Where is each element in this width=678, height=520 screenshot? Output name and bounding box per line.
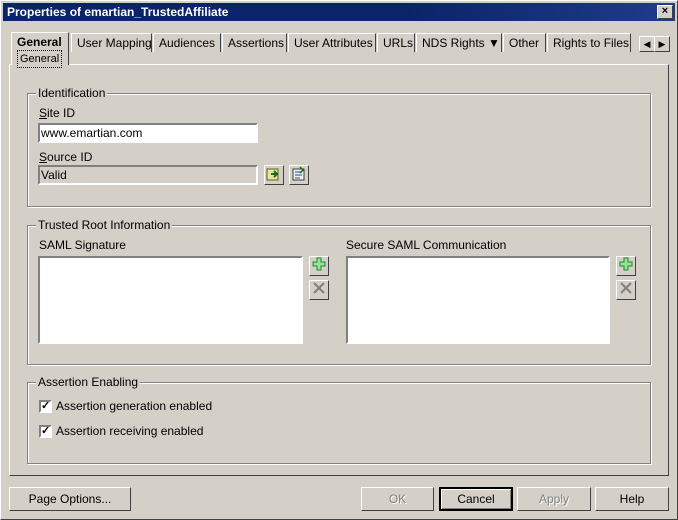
tab-nds-rights[interactable]: NDS Rights ▼	[416, 33, 502, 52]
tab-audiences[interactable]: Audiences	[153, 33, 221, 52]
identification-group: Identification	[27, 86, 651, 207]
tab-assertions[interactable]: Assertions	[222, 33, 287, 52]
tab-user-mapping[interactable]: User Mapping	[71, 33, 152, 52]
saml-signature-label: SAML Signature	[39, 238, 126, 252]
browse-icon	[266, 168, 279, 181]
tab-other[interactable]: Other	[503, 33, 546, 52]
secure-saml-label: Secure SAML Communication	[346, 238, 507, 252]
site-id-label-rest: ite ID	[47, 106, 76, 120]
assertion-receiving-label[interactable]: Assertion receiving enabled	[56, 424, 203, 438]
delete-icon	[620, 282, 632, 294]
secure-saml-delete-button[interactable]	[616, 280, 636, 300]
add-icon	[619, 257, 633, 271]
source-id-label: Source ID	[39, 150, 93, 164]
tab-urls[interactable]: URLs	[377, 33, 415, 52]
source-id-field: Valid	[38, 165, 258, 185]
tab-rights-to-files[interactable]: Rights to Files &	[547, 33, 631, 52]
assertion-generation-checkbox[interactable]: ✓	[39, 400, 52, 413]
source-id-label-rest: ource ID	[47, 150, 93, 164]
secure-saml-list[interactable]	[346, 256, 610, 344]
close-button[interactable]: ×	[657, 5, 673, 19]
tab-bar: General General User Mapping Audiences A…	[9, 32, 669, 68]
apply-button[interactable]: Apply	[517, 487, 591, 511]
tab-user-attributes[interactable]: User Attributes	[288, 33, 376, 52]
assertion-generation-label[interactable]: Assertion generation enabled	[56, 399, 212, 413]
identification-legend: Identification	[36, 86, 108, 100]
add-icon	[312, 257, 326, 271]
site-id-label: Site ID	[39, 106, 76, 120]
help-button[interactable]: Help	[595, 487, 669, 511]
saml-signature-delete-button[interactable]	[309, 280, 329, 300]
assertion-enabling-group: Assertion Enabling	[27, 375, 651, 464]
site-id-field[interactable]: www.emartian.com	[38, 123, 258, 143]
ok-button[interactable]: OK	[361, 487, 434, 511]
tab-scroll-right-icon[interactable]: ▶	[654, 36, 670, 52]
history-icon	[292, 166, 305, 181]
delete-icon	[313, 282, 325, 294]
history-icon-button[interactable]	[289, 165, 309, 185]
assertion-enabling-legend: Assertion Enabling	[36, 375, 141, 389]
tab-scroll: ◀ ▶	[639, 36, 670, 52]
saml-signature-add-button[interactable]	[309, 256, 329, 276]
trusted-root-legend: Trusted Root Information	[36, 218, 173, 232]
browse-icon-button[interactable]	[264, 165, 284, 185]
cancel-button[interactable]: Cancel	[439, 487, 513, 511]
window-title: Properties of emartian_TrustedAffiliate	[7, 5, 229, 19]
page-options-button[interactable]: Page Options...	[9, 487, 131, 511]
tab-general-subtab[interactable]: General	[17, 50, 63, 68]
tab-general[interactable]: General General	[11, 32, 69, 68]
secure-saml-add-button[interactable]	[616, 256, 636, 276]
assertion-receiving-checkbox[interactable]: ✓	[39, 425, 52, 438]
tab-scroll-left-icon[interactable]: ◀	[639, 36, 655, 52]
saml-signature-list[interactable]	[38, 256, 303, 344]
tab-general-label: General	[17, 35, 62, 49]
title-bar[interactable]: Properties of emartian_TrustedAffiliate …	[3, 3, 675, 21]
